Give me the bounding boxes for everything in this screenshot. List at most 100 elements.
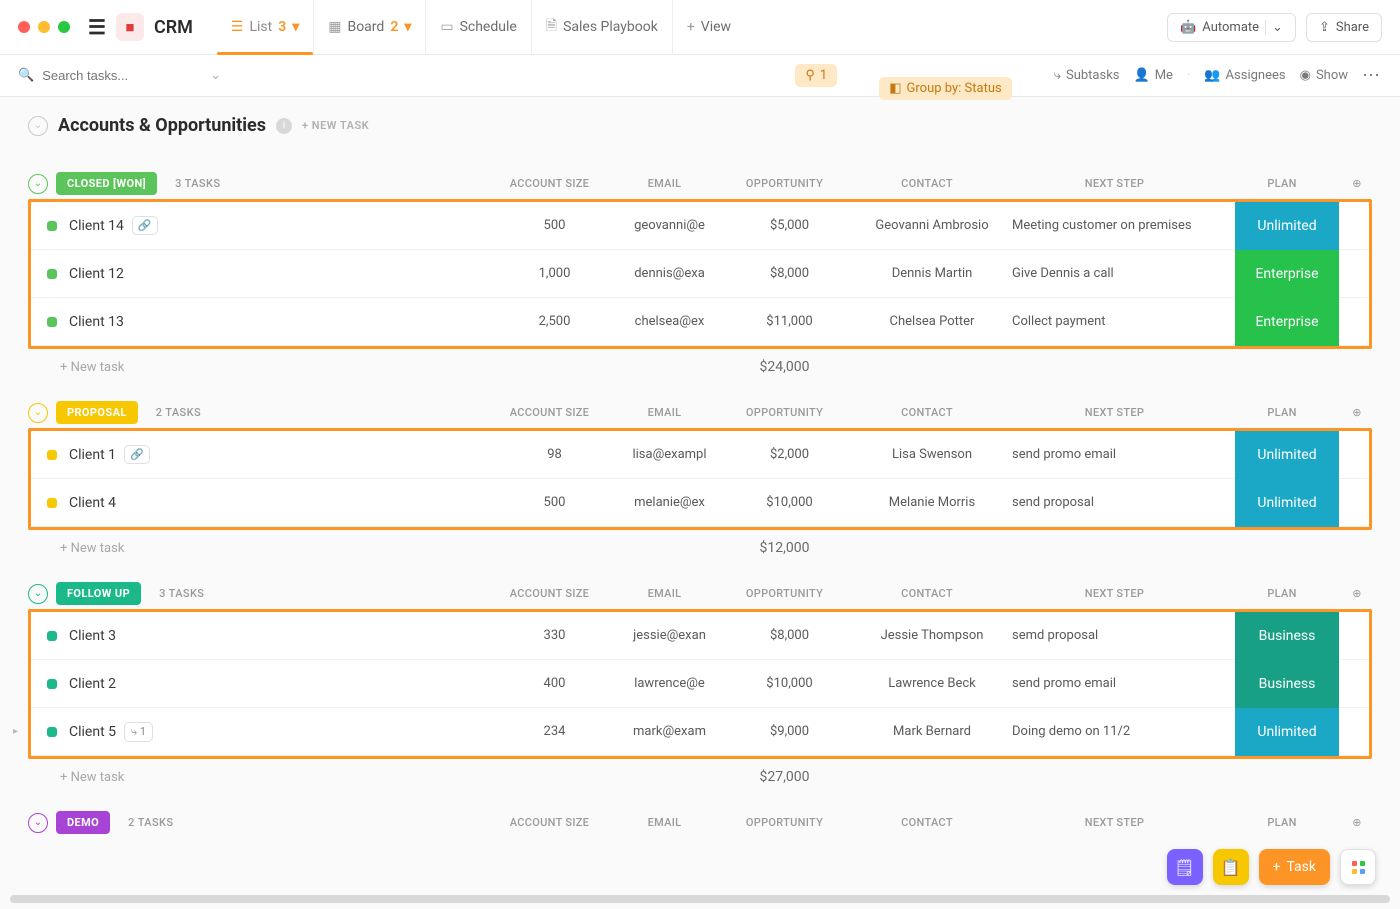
col-plan[interactable]: PLAN <box>1222 406 1342 419</box>
chevron-down-icon[interactable]: ⌄ <box>1265 20 1283 35</box>
status-badge[interactable]: FOLLOW UP <box>56 582 141 605</box>
col-contact[interactable]: CONTACT <box>847 177 1007 190</box>
cell-opportunity[interactable]: $11,000 <box>727 298 852 345</box>
status-square-icon[interactable] <box>47 679 57 689</box>
cell-account-size[interactable]: 500 <box>497 479 612 526</box>
col-opportunity[interactable]: OPPORTUNITY <box>722 587 847 600</box>
menu-icon[interactable]: ☰ <box>88 15 106 39</box>
col-opportunity[interactable]: OPPORTUNITY <box>722 406 847 419</box>
col-email[interactable]: EMAIL <box>607 406 722 419</box>
cell-account-size[interactable]: 500 <box>497 202 612 249</box>
group-by-chip[interactable]: ◧ Group by: Status <box>879 77 1011 100</box>
task-row[interactable]: Client 1 🔗 98 lisa@exampl $2,000 Lisa Sw… <box>31 431 1369 479</box>
add-column-icon[interactable]: ⊕ <box>1342 177 1372 190</box>
link-icon[interactable]: 🔗 <box>124 445 150 464</box>
cell-email[interactable]: lawrence@e <box>612 660 727 707</box>
cell-contact[interactable]: Lawrence Beck <box>852 660 1012 707</box>
cell-account-size[interactable]: 400 <box>497 660 612 707</box>
col-account-size[interactable]: ACCOUNT SIZE <box>492 587 607 600</box>
cell-contact[interactable]: Chelsea Potter <box>852 298 1012 345</box>
add-column-icon[interactable]: ⊕ <box>1342 587 1372 600</box>
filter-chip[interactable]: ⚲ 1 <box>795 64 837 87</box>
cell-opportunity[interactable]: $5,000 <box>727 202 852 249</box>
view-sales-playbook[interactable]: 🗎 Sales Playbook <box>531 0 672 54</box>
status-square-icon[interactable] <box>47 269 57 279</box>
notepad-fab[interactable]: 🗒 <box>1167 849 1203 885</box>
status-badge[interactable]: DEMO <box>56 811 110 834</box>
scrollbar[interactable] <box>10 895 1390 903</box>
task-row[interactable]: Client 2 400 lawrence@e $10,000 Lawrence… <box>31 660 1369 708</box>
show-menu[interactable]: ◉ Show <box>1300 68 1348 83</box>
automate-button[interactable]: 🤖 Automate ⌄ <box>1167 13 1296 42</box>
more-icon[interactable]: ⋯ <box>1362 65 1382 86</box>
chevron-down-icon[interactable]: ⌄ <box>210 68 221 83</box>
status-square-icon[interactable] <box>47 727 57 737</box>
cell-next-step[interactable]: Doing demo on 11/2 <box>1012 708 1227 755</box>
col-email[interactable]: EMAIL <box>607 816 722 829</box>
expand-arrow-icon[interactable]: ▸ <box>13 726 18 737</box>
collapse-group-icon[interactable]: ⌄ <box>28 813 48 833</box>
col-account-size[interactable]: ACCOUNT SIZE <box>492 177 607 190</box>
col-contact[interactable]: CONTACT <box>847 587 1007 600</box>
task-row[interactable]: Client 14 🔗 500 geovanni@e $5,000 Geovan… <box>31 202 1369 250</box>
minimize-window[interactable] <box>38 21 50 33</box>
subtasks-toggle[interactable]: ⤷ Subtasks <box>1054 68 1120 83</box>
status-square-icon[interactable] <box>47 450 57 460</box>
cell-opportunity[interactable]: $10,000 <box>727 479 852 526</box>
col-opportunity[interactable]: OPPORTUNITY <box>722 816 847 829</box>
col-next-step[interactable]: NEXT STEP <box>1007 406 1222 419</box>
view-schedule[interactable]: ▭ Schedule <box>425 0 530 54</box>
add-view[interactable]: + View <box>672 0 745 54</box>
cell-email[interactable]: chelsea@ex <box>612 298 727 345</box>
add-column-icon[interactable]: ⊕ <box>1342 406 1372 419</box>
plan-badge[interactable]: Business <box>1235 612 1339 660</box>
view-list[interactable]: ☰ List 3 ▾ <box>217 0 313 54</box>
col-plan[interactable]: PLAN <box>1222 587 1342 600</box>
col-email[interactable]: EMAIL <box>607 177 722 190</box>
status-square-icon[interactable] <box>47 631 57 641</box>
cell-email[interactable]: melanie@ex <box>612 479 727 526</box>
cell-next-step[interactable]: Collect payment <box>1012 298 1227 345</box>
cell-contact[interactable]: Dennis Martin <box>852 250 1012 297</box>
maximize-window[interactable] <box>58 21 70 33</box>
task-row[interactable]: Client 4 500 melanie@ex $10,000 Melanie … <box>31 479 1369 527</box>
cell-email[interactable]: jessie@exan <box>612 612 727 659</box>
col-contact[interactable]: CONTACT <box>847 406 1007 419</box>
cell-account-size[interactable]: 98 <box>497 431 612 478</box>
plan-badge[interactable]: Enterprise <box>1235 250 1339 298</box>
folder-icon[interactable]: ■ <box>116 13 144 41</box>
collapse-group-icon[interactable]: ⌄ <box>28 403 48 423</box>
col-account-size[interactable]: ACCOUNT SIZE <box>492 816 607 829</box>
view-board[interactable]: ▦ Board 2 ▾ <box>313 0 425 54</box>
cell-next-step[interactable]: Give Dennis a call <box>1012 250 1227 297</box>
col-opportunity[interactable]: OPPORTUNITY <box>722 177 847 190</box>
cell-email[interactable]: mark@exam <box>612 708 727 755</box>
cell-next-step[interactable]: send proposal <box>1012 479 1227 526</box>
col-contact[interactable]: CONTACT <box>847 816 1007 829</box>
new-task-button[interactable]: + NEW TASK <box>302 119 369 132</box>
cell-contact[interactable]: Geovanni Ambrosio <box>852 202 1012 249</box>
plan-badge[interactable]: Unlimited <box>1235 479 1339 527</box>
new-task-fab[interactable]: + Task <box>1259 849 1330 885</box>
plan-badge[interactable]: Enterprise <box>1235 298 1339 346</box>
col-account-size[interactable]: ACCOUNT SIZE <box>492 406 607 419</box>
new-task-row[interactable]: + New task <box>28 531 124 556</box>
collapse-all-icon[interactable]: ⌄ <box>28 116 48 136</box>
cell-opportunity[interactable]: $8,000 <box>727 612 852 659</box>
col-email[interactable]: EMAIL <box>607 587 722 600</box>
cell-contact[interactable]: Lisa Swenson <box>852 431 1012 478</box>
status-square-icon[interactable] <box>47 317 57 327</box>
cell-account-size[interactable]: 234 <box>497 708 612 755</box>
cell-opportunity[interactable]: $2,000 <box>727 431 852 478</box>
clipboard-fab[interactable]: 📋 <box>1213 849 1249 885</box>
collapse-group-icon[interactable]: ⌄ <box>28 174 48 194</box>
cell-opportunity[interactable]: $9,000 <box>727 708 852 755</box>
cell-contact[interactable]: Jessie Thompson <box>852 612 1012 659</box>
cell-opportunity[interactable]: $10,000 <box>727 660 852 707</box>
col-plan[interactable]: PLAN <box>1222 177 1342 190</box>
me-filter[interactable]: 👤 Me <box>1134 68 1173 83</box>
col-next-step[interactable]: NEXT STEP <box>1007 816 1222 829</box>
cell-contact[interactable]: Melanie Morris <box>852 479 1012 526</box>
col-next-step[interactable]: NEXT STEP <box>1007 587 1222 600</box>
search-input[interactable] <box>42 68 202 83</box>
